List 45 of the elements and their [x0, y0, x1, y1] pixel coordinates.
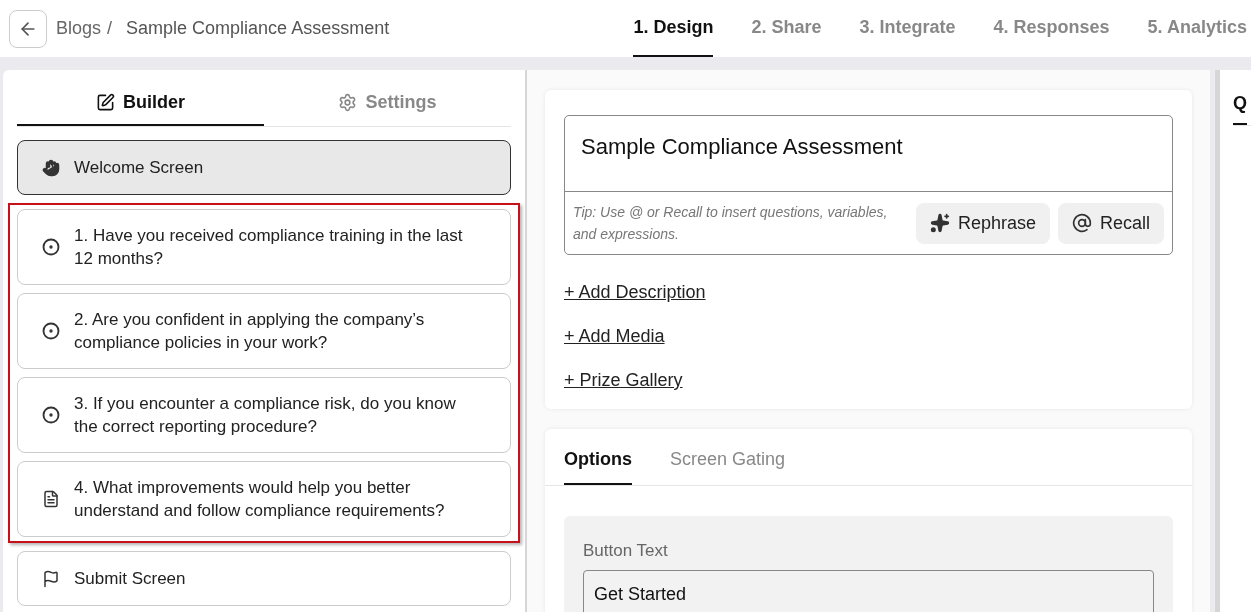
- back-button[interactable]: [9, 9, 47, 48]
- tip-text: Tip: Use @ or Recall to insert questions, variables, and expressions.: [573, 203, 889, 244]
- radio-icon: [42, 322, 60, 340]
- breadcrumb-current: Sample Compliance Assessment: [126, 17, 390, 40]
- options-tab[interactable]: Options: [564, 446, 632, 485]
- field-label: Button Text: [583, 540, 669, 562]
- radio-icon: [42, 238, 60, 256]
- step-tab[interactable]: 5. Analytics: [1147, 0, 1247, 57]
- screen-label: 3. If you encounter a compliance risk, do you know the correct reporting procedure?: [74, 393, 457, 438]
- screen-item[interactable]: 4. What improvements would help you better understand and follow compliance requirements?: [17, 461, 511, 537]
- screen-item[interactable]: 1. Have you received compliance training in the last 12 months?: [17, 209, 511, 285]
- breadcrumb-link[interactable]: Blogs: [56, 15, 102, 42]
- sidebar-tab[interactable]: Builder: [17, 80, 264, 126]
- text-lines-icon: [42, 490, 60, 508]
- sparkle-icon: [929, 213, 950, 233]
- add-link[interactable]: + Prize Gallery: [564, 367, 683, 393]
- step-tab[interactable]: 2. Share: [751, 0, 822, 57]
- screen-item[interactable]: Submit Screen: [17, 551, 511, 606]
- options-tab[interactable]: Screen Gating: [670, 446, 786, 485]
- add-link[interactable]: + Add Description: [564, 279, 706, 305]
- rephrase-button[interactable]: Rephrase: [915, 202, 1050, 244]
- screen-item[interactable]: 3. If you encounter a compliance risk, do you know the correct reporting procedure?: [17, 377, 511, 453]
- step-tab[interactable]: 3. Integrate: [859, 0, 956, 57]
- step-tab[interactable]: 4. Responses: [993, 0, 1110, 57]
- right-panel-tab[interactable]: Q: [1233, 90, 1247, 125]
- at-sign-icon: [1071, 213, 1092, 233]
- breadcrumb-separator: /: [107, 17, 113, 40]
- recall-button[interactable]: Recall: [1057, 202, 1164, 244]
- radio-icon: [42, 406, 60, 424]
- flag-icon: [42, 569, 60, 588]
- settings-icon: [338, 92, 358, 112]
- screen-label: 1. Have you received compliance training in the last 12 months?: [74, 225, 464, 270]
- step-tab[interactable]: 1. Design: [633, 0, 714, 57]
- edit-icon: [96, 92, 115, 112]
- screen-label: 4. What improvements would help you better understand and follow compliance requirements?: [74, 477, 446, 522]
- button-text-field[interactable]: Get Started: [583, 569, 1154, 612]
- screen-item[interactable]: 2. Are you confident in applying the company’s compliance policies in your work?: [17, 293, 511, 369]
- screen-label: Submit Screen: [74, 568, 186, 590]
- add-link[interactable]: + Add Media: [564, 323, 665, 349]
- screen-label: 2. Are you confident in applying the company’s compliance policies in your work?: [74, 309, 426, 354]
- sidebar-tab[interactable]: Settings: [264, 80, 511, 126]
- screen-item[interactable]: Welcome Screen: [17, 140, 511, 195]
- title-field[interactable]: Sample Compliance Assessment: [565, 116, 1172, 192]
- screen-label: Welcome Screen: [74, 157, 204, 179]
- hand-icon: [42, 158, 60, 177]
